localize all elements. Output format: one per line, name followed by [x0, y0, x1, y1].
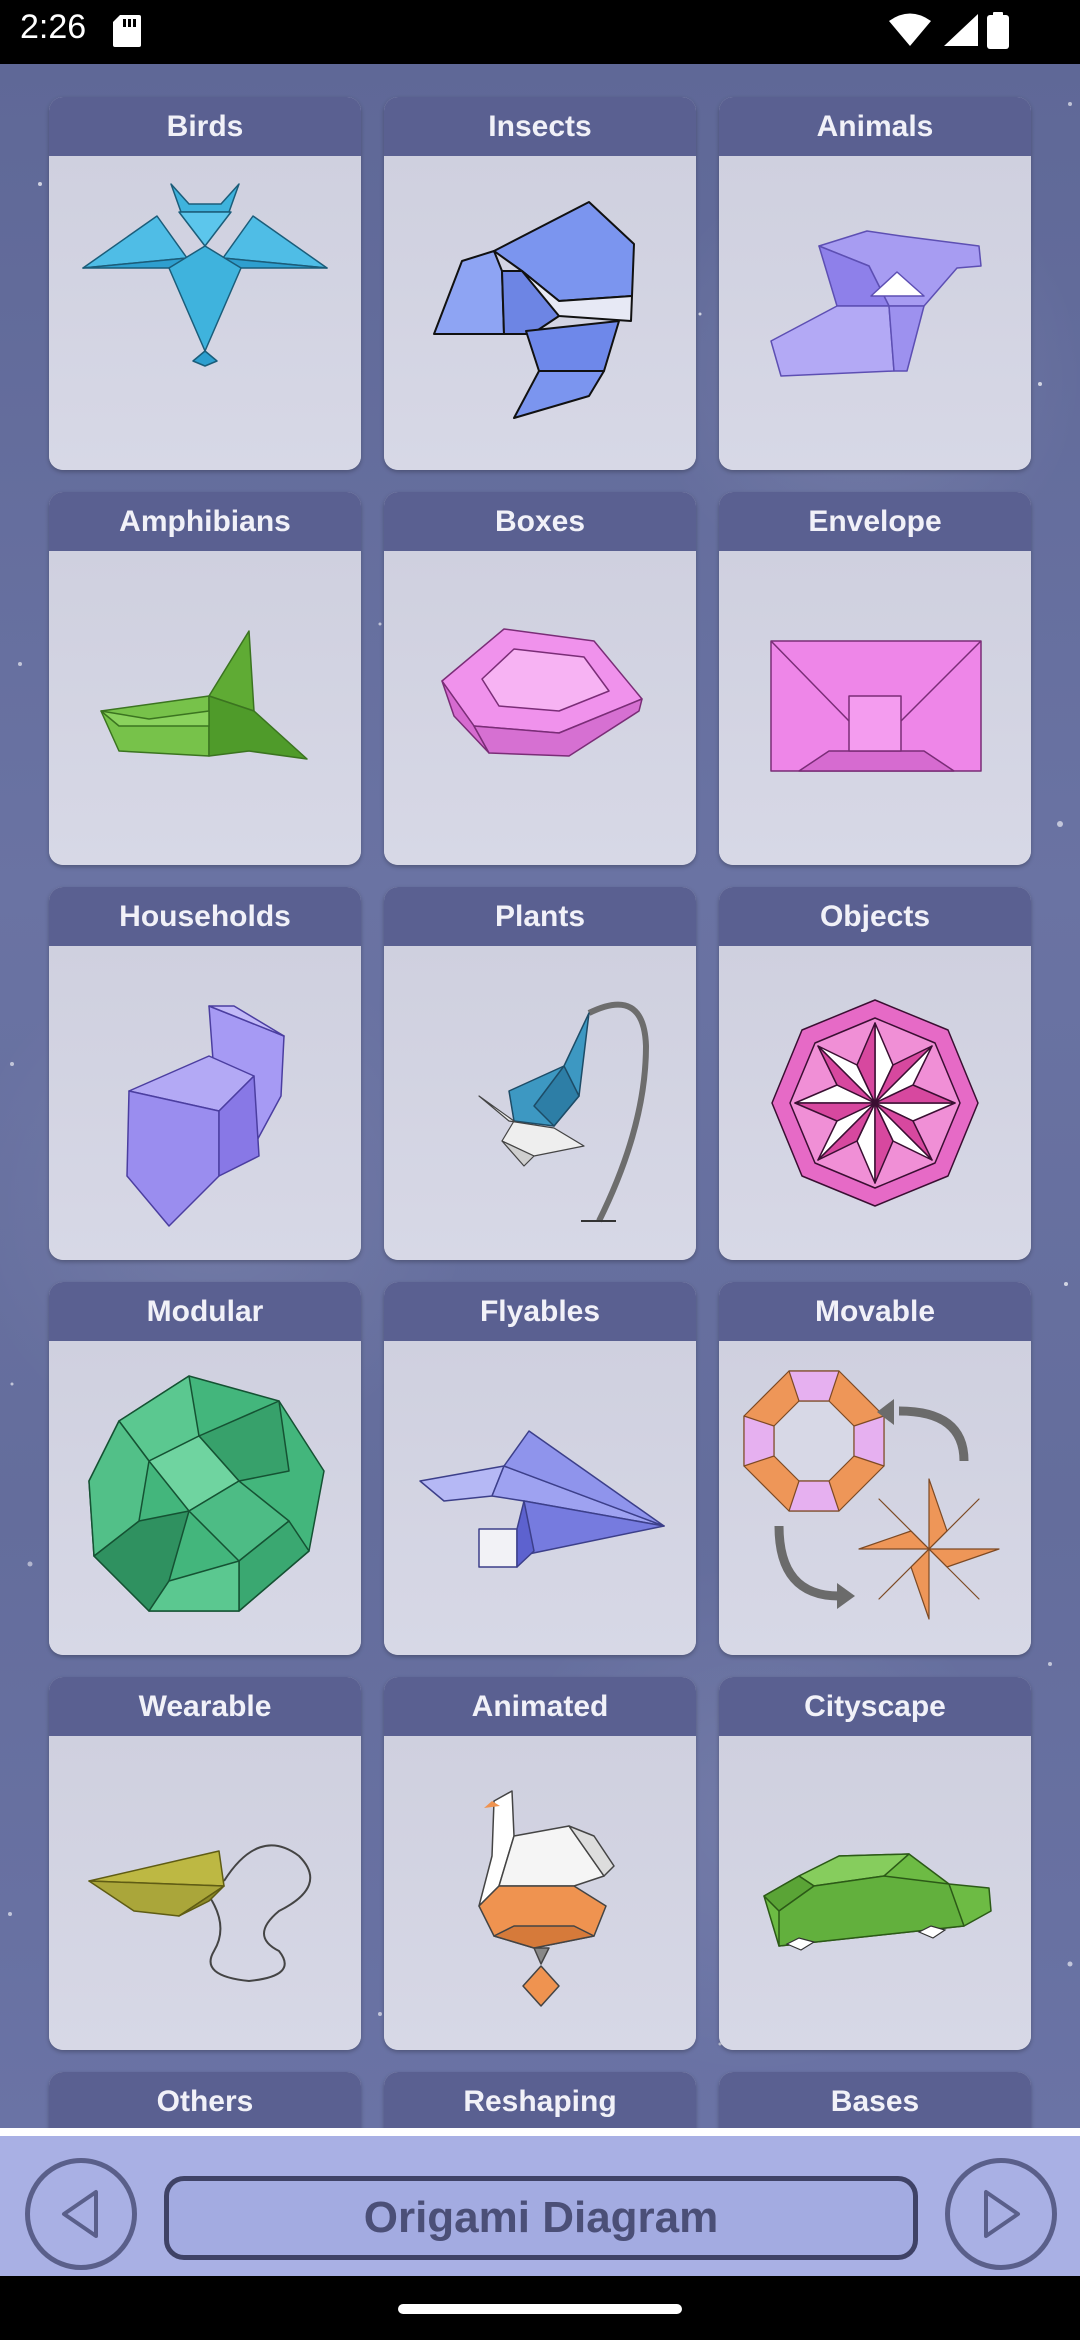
- category-card-modular[interactable]: Modular: [49, 1282, 361, 1655]
- previous-button[interactable]: [25, 2158, 137, 2270]
- category-card-others[interactable]: Others: [49, 2072, 361, 2128]
- category-card-bases[interactable]: Bases: [719, 2072, 1031, 2128]
- origami-flower-icon: [478, 1001, 650, 1223]
- category-card-cityscape[interactable]: Cityscape: [719, 1677, 1031, 2050]
- origami-kite-icon: [88, 1844, 312, 1983]
- category-card-envelope[interactable]: Envelope: [719, 492, 1031, 865]
- triangle-right-icon: [984, 2190, 1020, 2238]
- origami-chair-icon: [126, 1005, 285, 1227]
- origami-plane-icon: [419, 1430, 665, 1568]
- category-card-amphibians[interactable]: Amphibians: [49, 492, 361, 865]
- wifi-icon: [889, 13, 931, 46]
- category-card-animated[interactable]: Animated: [384, 1677, 696, 2050]
- category-card-insects[interactable]: Insects: [384, 97, 696, 470]
- status-time: 2:26: [20, 8, 87, 46]
- status-bar: 2:26: [0, 0, 1080, 64]
- origami-insect-icon: [433, 201, 635, 419]
- category-title: Amphibians: [49, 492, 361, 551]
- category-title: Bases: [719, 2072, 1031, 2128]
- origami-animal-icon: [770, 230, 982, 377]
- system-navigation-area: [0, 2276, 1080, 2340]
- category-card-reshaping[interactable]: Reshaping: [384, 2072, 696, 2128]
- category-title: Modular: [49, 1282, 361, 1341]
- category-title: Animals: [719, 97, 1031, 156]
- category-title: Flyables: [384, 1282, 696, 1341]
- category-title: Animated: [384, 1677, 696, 1736]
- signal-icon: [944, 14, 978, 46]
- origami-bird-icon: [82, 183, 328, 367]
- category-card-birds[interactable]: Birds: [49, 97, 361, 470]
- home-gesture-bar[interactable]: [398, 2304, 682, 2314]
- app-title: Origami Diagram: [164, 2176, 918, 2260]
- next-button[interactable]: [945, 2158, 1057, 2270]
- origami-star-ornament-icon: [771, 999, 979, 1207]
- category-card-wearable[interactable]: Wearable: [49, 1677, 361, 2050]
- origami-modular-ball-icon: [88, 1375, 325, 1612]
- origami-envelope-icon: [770, 640, 982, 772]
- origami-car-icon: [763, 1853, 992, 1951]
- origami-transforming-star-icon: [743, 1370, 1000, 1620]
- category-title: Envelope: [719, 492, 1031, 551]
- category-title: Cityscape: [719, 1677, 1031, 1736]
- category-title: Boxes: [384, 492, 696, 551]
- origami-box-icon: [441, 628, 643, 757]
- bottom-navigation-bar: Origami Diagram: [0, 2128, 1080, 2276]
- category-grid-area[interactable]: Birds Insects Animals Amphibians Boxes E…: [0, 64, 1080, 2128]
- category-title: Reshaping: [384, 2072, 696, 2128]
- category-title: Movable: [719, 1282, 1031, 1341]
- category-card-plants[interactable]: Plants: [384, 887, 696, 1260]
- category-card-objects[interactable]: Objects: [719, 887, 1031, 1260]
- category-title: Objects: [719, 887, 1031, 946]
- category-title: Plants: [384, 887, 696, 946]
- category-title: Birds: [49, 97, 361, 156]
- category-title: Insects: [384, 97, 696, 156]
- category-title: Wearable: [49, 1677, 361, 1736]
- category-card-households[interactable]: Households: [49, 887, 361, 1260]
- triangle-left-icon: [62, 2190, 98, 2238]
- origami-frog-icon: [100, 630, 308, 760]
- category-card-boxes[interactable]: Boxes: [384, 492, 696, 865]
- sd-card-icon: [113, 15, 141, 47]
- origami-animated-bird-icon: [478, 1790, 615, 2007]
- category-card-animals[interactable]: Animals: [719, 97, 1031, 470]
- category-title: Others: [49, 2072, 361, 2128]
- category-card-movable[interactable]: Movable: [719, 1282, 1031, 1655]
- category-card-flyables[interactable]: Flyables: [384, 1282, 696, 1655]
- battery-icon: [987, 12, 1009, 49]
- category-title: Households: [49, 887, 361, 946]
